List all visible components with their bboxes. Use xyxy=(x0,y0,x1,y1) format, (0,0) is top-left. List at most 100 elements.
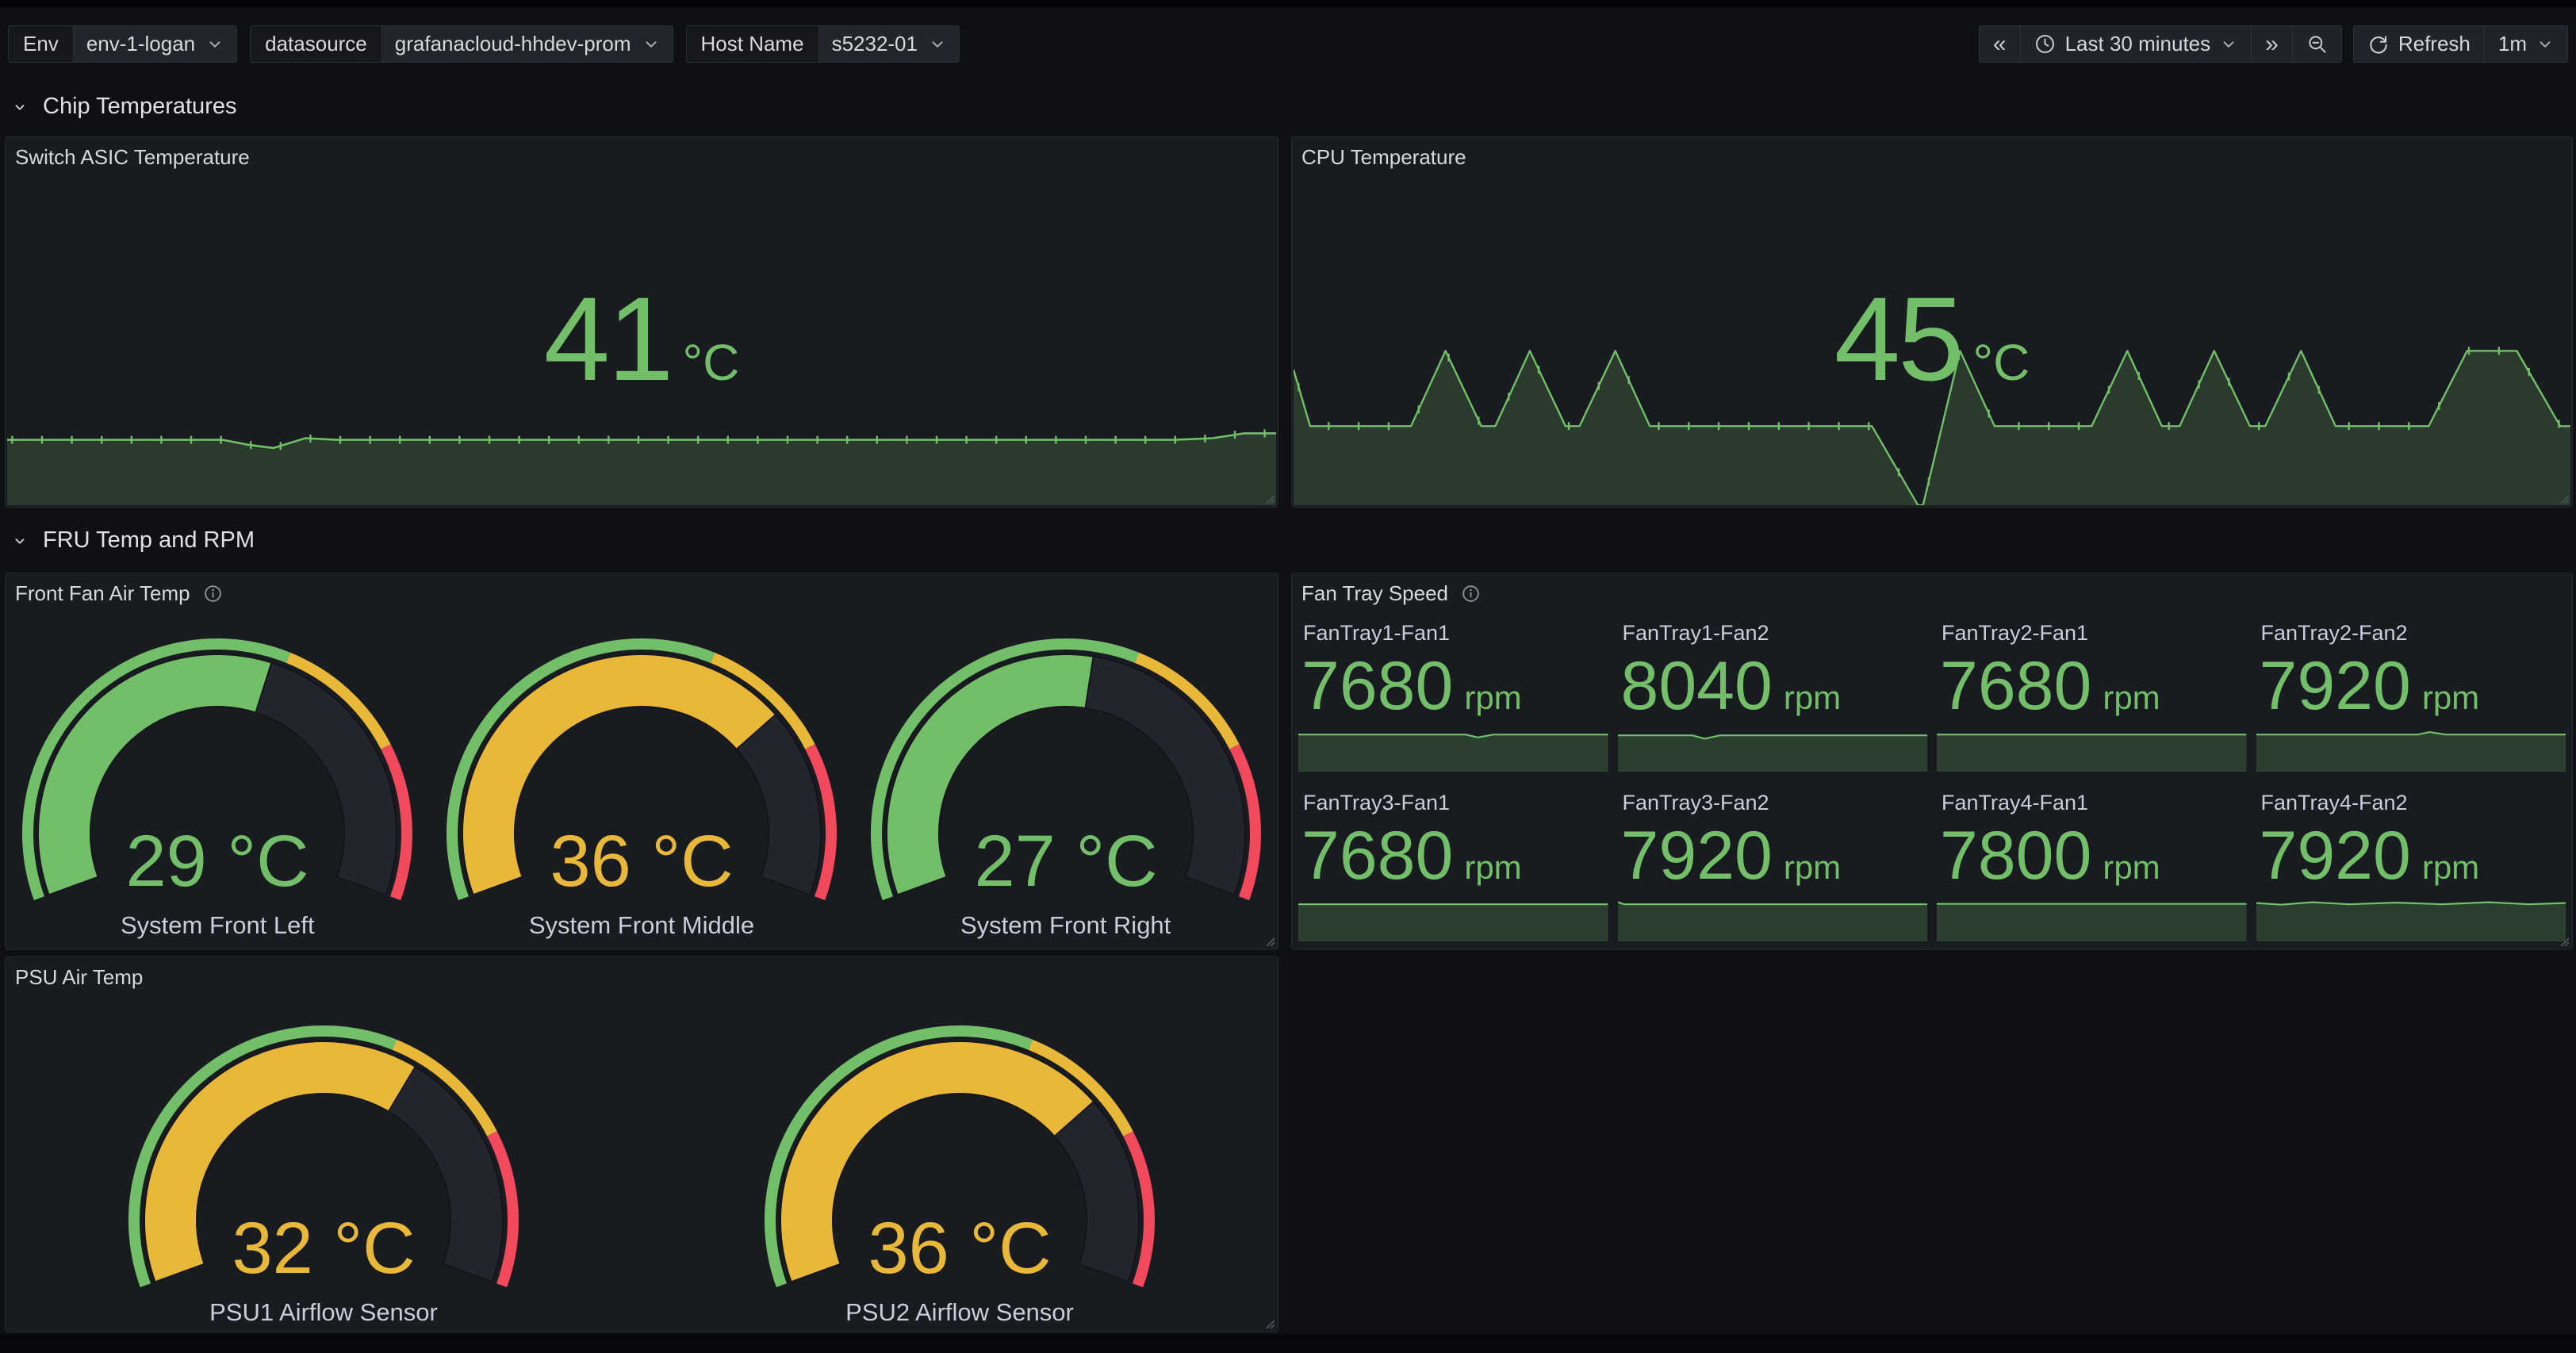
top-window-strip xyxy=(0,0,2576,8)
panel-title[interactable]: PSU Air Temp xyxy=(15,965,143,990)
gauge-arc: 32 °C xyxy=(125,1018,522,1297)
fan-stat-fantray4-fan2: FanTray4-Fan27920rpm xyxy=(2256,789,2566,941)
panel-resize-handle[interactable] xyxy=(1263,492,1275,504)
fan-speed-sparkline xyxy=(2256,900,2566,941)
time-range-label: Last 30 minutes xyxy=(2065,32,2211,56)
stat-unit: °C xyxy=(1973,334,2030,391)
fan-speed-unit: rpm xyxy=(2422,849,2479,887)
variable-value[interactable]: grafanacloud-hhdev-prom xyxy=(381,26,673,62)
section-header-fru-temp-and-rpm[interactable]: FRU Temp and RPM xyxy=(11,527,255,554)
fan-stat-fantray2-fan1: FanTray2-Fan17680 rpm xyxy=(1937,619,2247,772)
panel-cpu-temperature: CPU Temperature 45°C xyxy=(1291,136,2573,508)
gauge-system-front-middle: 36 °C System Front Middle xyxy=(443,631,840,940)
fan-stat-value: 7920rpm xyxy=(1618,817,1928,895)
gauge-label: PSU1 Airflow Sensor xyxy=(209,1298,438,1327)
fan-speed-unit: rpm xyxy=(1464,679,1521,717)
panel-title[interactable]: Fan Tray Speed xyxy=(1301,581,1481,606)
fan-stat-value: 8040 rpm xyxy=(1618,647,1928,726)
section-title: FRU Temp and RPM xyxy=(43,527,255,554)
fan-stat-value: 7920 rpm xyxy=(2256,817,2566,895)
panel-resize-handle[interactable] xyxy=(2557,492,2570,504)
time-range-button[interactable]: Last 30 minutes xyxy=(2020,26,2252,62)
fan-speed-number: 7800 xyxy=(1940,817,2091,895)
chevron-down-icon xyxy=(2220,36,2237,53)
chevron-down-icon xyxy=(642,36,660,53)
variable-value[interactable]: env-1-logan xyxy=(73,26,236,62)
fan-stat-fantray1-fan1: FanTray1-Fan17680 rpm xyxy=(1298,619,1608,772)
info-icon[interactable] xyxy=(203,584,223,604)
variable-host-name-dropdown[interactable]: Host Names5232-01 xyxy=(686,25,960,63)
fan-stat-fantray1-fan2: FanTray1-Fan28040 rpm xyxy=(1618,619,1928,772)
variable-value-text: env-1-logan xyxy=(86,32,195,56)
asic-temp-stat: 41°C xyxy=(6,270,1278,408)
svg-text:36 °C: 36 °C xyxy=(550,821,733,902)
refresh-button[interactable]: Refresh xyxy=(2354,26,2484,62)
gauge-arc: 29 °C xyxy=(19,631,416,910)
fan-speed-unit: rpm xyxy=(2103,679,2160,717)
section-header-chip-temperatures[interactable]: Chip Temperatures xyxy=(11,94,236,120)
time-picker-group: « Last 30 minutes » xyxy=(1979,25,2342,63)
gauge-label: PSU2 Airflow Sensor xyxy=(845,1298,1074,1327)
template-variables: Env env-1-logan datasourcegrafanacloud-hhd… xyxy=(8,25,960,63)
fan-speed-sparkline xyxy=(1937,900,2247,941)
fan-stat-label: FanTray2-Fan2 xyxy=(2256,619,2566,646)
panel-title-text: PSU Air Temp xyxy=(15,965,143,990)
panel-title[interactable]: Switch ASIC Temperature xyxy=(15,145,250,170)
fan-speed-number: 7920 xyxy=(1621,817,1773,895)
psu-gauges: 32 °C PSU1 Airflow Sensor 36 °C PSU2 Airflo… xyxy=(6,1018,1278,1327)
magnifier-minus-icon xyxy=(2306,33,2328,55)
panel-resize-handle[interactable] xyxy=(2557,934,2570,947)
fan-speed-grid: FanTray1-Fan17680rpmFanTray1-Fan28040rpm… xyxy=(1298,619,2566,941)
chevron-down-icon xyxy=(929,36,946,53)
panel-title[interactable]: Front Fan Air Temp xyxy=(15,581,223,606)
time-back-icon: « xyxy=(1993,33,2007,56)
fan-speed-number: 7920 xyxy=(2260,647,2411,726)
fan-stat-value: 7680 rpm xyxy=(1937,647,2247,726)
panel-switch-asic-temperature: Switch ASIC Temperature 41°C xyxy=(5,136,1278,508)
variable-datasource-dropdown[interactable]: datasourcegrafanacloud-hhdev-prom xyxy=(250,25,673,63)
fan-speed-unit: rpm xyxy=(2103,849,2160,887)
panel-fan-tray-speed: Fan Tray Speed FanTray1-Fan17680rpmFanTr… xyxy=(1291,573,2573,950)
variable-value[interactable]: s5232-01 xyxy=(818,26,959,62)
panel-resize-handle[interactable] xyxy=(1263,1317,1275,1329)
variable-value-text: grafanacloud-hhdev-prom xyxy=(395,32,631,56)
fan-speed-number: 7680 xyxy=(1301,647,1453,726)
gauge-label: System Front Middle xyxy=(529,911,754,940)
svg-text:27 °C: 27 °C xyxy=(974,821,1157,902)
zoom-out-time-button[interactable] xyxy=(2292,26,2341,62)
fan-stat-label: FanTray3-Fan2 xyxy=(1618,789,1928,815)
svg-text:32 °C: 32 °C xyxy=(232,1208,415,1289)
gauge-arc: 27 °C xyxy=(868,631,1264,910)
panel-resize-handle[interactable] xyxy=(1263,934,1275,947)
fan-stat-label: FanTray2-Fan1 xyxy=(1937,619,2247,646)
variable-env-dropdown[interactable]: Env env-1-logan xyxy=(8,25,237,63)
variable-label: Env xyxy=(9,26,73,62)
fan-speed-unit: rpm xyxy=(1784,679,1841,717)
time-forward-icon: » xyxy=(2265,33,2279,56)
panel-title-text: Front Fan Air Temp xyxy=(15,581,190,606)
fan-speed-number: 7920 xyxy=(2260,817,2411,895)
fan-speed-number: 8040 xyxy=(1621,647,1773,726)
time-shift-back-button[interactable]: « xyxy=(1980,26,2020,62)
info-icon[interactable] xyxy=(1461,584,1481,604)
refresh-interval-button[interactable]: 1m xyxy=(2484,26,2567,62)
stat-value: 45 xyxy=(1834,272,1962,405)
fan-speed-number: 7680 xyxy=(1301,817,1453,895)
fan-stat-fantray2-fan2: FanTray2-Fan27920rpm xyxy=(2256,619,2566,772)
fan-speed-number: 7680 xyxy=(1940,647,2091,726)
gauge-system-front-right: 27 °CSystem Front Right xyxy=(868,631,1264,940)
fan-stat-value: 7680 rpm xyxy=(1298,647,1608,726)
fan-speed-sparkline xyxy=(1298,900,1608,941)
section-title: Chip Temperatures xyxy=(43,94,236,120)
chevron-down-icon xyxy=(11,98,29,116)
bottom-page-strip xyxy=(0,1334,2576,1353)
chevron-down-icon xyxy=(206,36,224,53)
fan-stat-value: 7800 rpm xyxy=(1937,817,2247,895)
fan-stat-label: FanTray1-Fan2 xyxy=(1618,619,1928,646)
time-shift-forward-button[interactable]: » xyxy=(2251,26,2292,62)
fan-stat-label: FanTray1-Fan1 xyxy=(1298,619,1608,646)
dashboard-toolbar: Env env-1-logan datasourcegrafanacloud-hhd… xyxy=(8,25,2568,63)
svg-text:36 °C: 36 °C xyxy=(868,1208,1051,1289)
toolbar-right: « Last 30 minutes » xyxy=(1979,25,2568,63)
panel-title[interactable]: CPU Temperature xyxy=(1301,145,1466,170)
